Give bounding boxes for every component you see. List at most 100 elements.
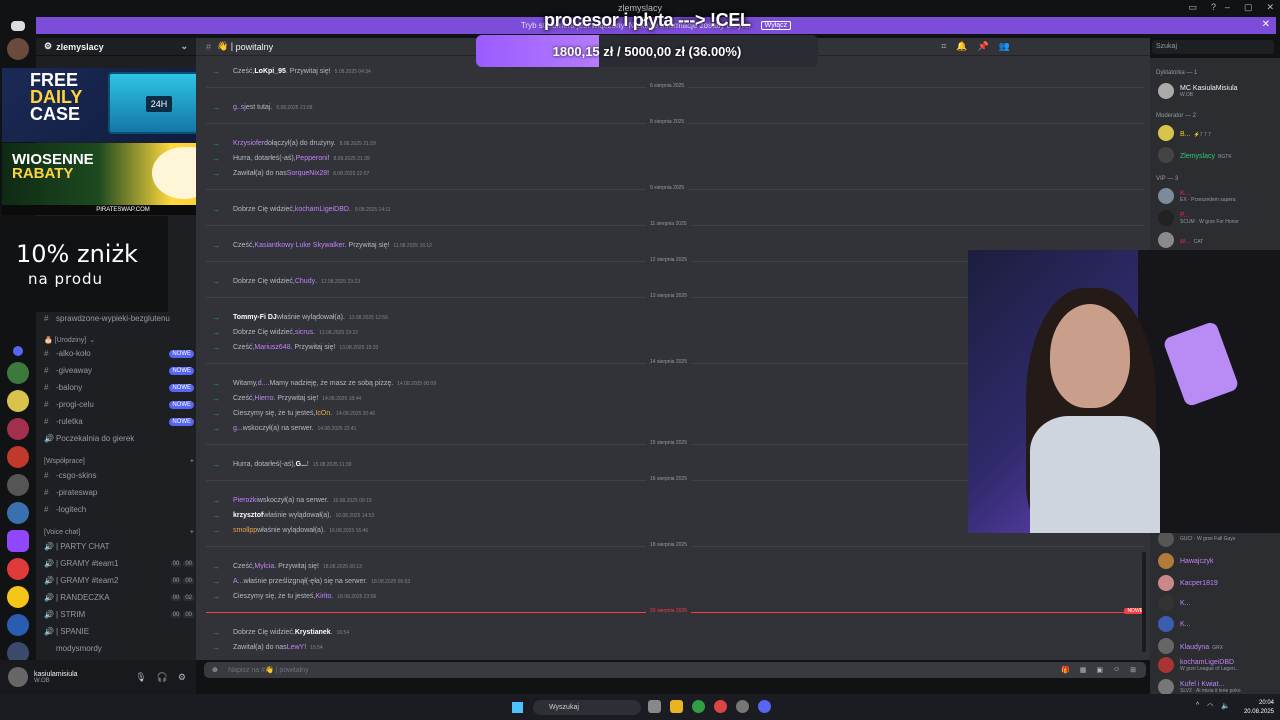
category-urodziny[interactable]: 🎂 [Urodziny] ⌄ <box>44 336 194 345</box>
server-icon[interactable] <box>7 418 29 440</box>
member-item[interactable]: K... <box>1158 615 1276 633</box>
message-username[interactable]: g... <box>233 425 243 432</box>
message-username[interactable]: Krzysiofer <box>233 140 264 147</box>
minimize-button[interactable]: – <box>1225 2 1230 13</box>
category-voice-chat[interactable]: [Voice chat] + <box>44 529 194 536</box>
banner-disable-button[interactable]: Wyłącz <box>760 21 792 30</box>
channel-sprawdzone[interactable]: # sprawdzone-wypieki-bezglutenu <box>44 311 194 326</box>
task-view-icon[interactable] <box>648 700 661 713</box>
server-icon[interactable] <box>7 558 29 580</box>
server-icon[interactable] <box>7 446 29 468</box>
guild-header[interactable]: ⚙ zlemyslacy ⌄ <box>36 38 196 56</box>
channel-poczekalnia[interactable]: 🔊 Poczekalnia do gierek <box>44 431 194 446</box>
server-icon[interactable] <box>7 362 29 384</box>
message-username[interactable]: Kirito <box>315 593 331 600</box>
member-item[interactable]: B... ⚡7 7 7 <box>1158 124 1276 142</box>
help-icon[interactable]: ? <box>1211 2 1216 13</box>
message-username[interactable]: Pepperoni <box>296 155 328 162</box>
sticker-icon[interactable]: ▣ <box>1096 666 1103 674</box>
discount-ad[interactable]: 10% zniżk na produ <box>2 216 168 312</box>
gif-icon[interactable]: ▦ <box>1080 666 1087 674</box>
voice-modysmordy[interactable]: modysmordy <box>44 641 194 656</box>
pin-icon[interactable]: 📌 <box>978 41 989 52</box>
message-username[interactable]: A... <box>233 578 244 585</box>
app-icon[interactable] <box>714 700 727 713</box>
twitch-server-icon[interactable] <box>7 530 29 552</box>
message-username[interactable]: Kasiantkowy Luke Skywalker <box>254 242 344 249</box>
settings-gear-icon[interactable]: ⚙ <box>178 672 186 683</box>
member-item[interactable]: Zlemyslacy BGTK <box>1158 146 1276 164</box>
chat-scrollbar[interactable] <box>1142 552 1146 652</box>
member-item[interactable]: P... SCUM · W grze For Honor <box>1158 209 1276 227</box>
bell-icon[interactable]: 🔔 <box>956 41 967 52</box>
gift-icon[interactable]: 🎁 <box>1061 666 1070 674</box>
inbox-icon[interactable]: ▭ <box>1188 2 1197 13</box>
member-item[interactable]: K... EX · Przeszedem sapera <box>1158 187 1276 205</box>
message-username[interactable]: LoKpi_95 <box>254 68 286 75</box>
add-attachment-icon[interactable]: ⊕ <box>212 666 228 674</box>
member-item[interactable]: Hawajczyk <box>1158 552 1276 570</box>
server-icon[interactable] <box>7 390 29 412</box>
voice-strim[interactable]: 🔊 | STRIM 00 00 <box>44 607 194 622</box>
taskbar-search[interactable]: Wyszukaj <box>533 700 641 715</box>
wifi-icon[interactable]: ◠ <box>1207 702 1213 710</box>
windows-start-icon[interactable] <box>512 702 523 713</box>
message-username[interactable]: Mariusz648 <box>254 344 290 351</box>
member-item[interactable]: kochamLigeiDBD W grze League of Legen... <box>1158 656 1276 674</box>
voice-spanie[interactable]: 🔊 | SPANIE <box>44 624 194 639</box>
server-icon[interactable] <box>7 586 29 608</box>
channel-pirateswap[interactable]: # -pirateswap <box>44 485 194 500</box>
member-item[interactable]: w... CAT <box>1158 231 1276 249</box>
app-icon[interactable] <box>736 700 749 713</box>
channel-progi-celu[interactable]: # -progi-celu NOWE <box>44 397 194 412</box>
emoji-icon[interactable]: ☺ <box>1113 666 1120 674</box>
server-icon[interactable] <box>7 38 29 60</box>
channel-giveaway[interactable]: # -giveaway NOWE <box>44 363 194 378</box>
message-username[interactable]: krzysztof <box>233 512 263 519</box>
channel-ruletka[interactable]: # -ruletka NOWE <box>44 414 194 429</box>
message-username[interactable]: g..s <box>233 104 244 111</box>
volume-icon[interactable]: 🔈 <box>1221 702 1230 710</box>
member-item[interactable]: MC KasiulaMisiula W.OB <box>1158 82 1276 100</box>
member-item[interactable]: Kacper1819 <box>1158 574 1276 592</box>
file-explorer-icon[interactable] <box>670 700 683 713</box>
threads-icon[interactable]: ⌗ <box>941 41 946 52</box>
server-icon[interactable] <box>7 474 29 496</box>
discord-taskbar-icon[interactable] <box>758 700 771 713</box>
folder-icon[interactable] <box>13 346 23 356</box>
maximize-button[interactable]: ▢ <box>1244 2 1253 13</box>
server-icon[interactable] <box>7 502 29 524</box>
message-input[interactable]: ⊕ Napisz na #👋 | powitalny 🎁 ▦ ▣ ☺ ⊞ <box>204 662 1146 678</box>
channel-alko-kolo[interactable]: # -alko-koło NOWE <box>44 346 194 361</box>
message-username[interactable]: Krystianek <box>295 629 331 636</box>
message-username[interactable]: Tommy-Fi DJ <box>233 314 277 321</box>
members-icon[interactable]: 👥 <box>999 41 1010 52</box>
microphone-icon[interactable]: 🎙 <box>135 672 146 683</box>
channel-csgo-skins[interactable]: # -csgo-skins <box>44 468 194 483</box>
headphones-icon[interactable]: 🎧 <box>157 672 168 683</box>
close-window-button[interactable]: ✕ <box>1266 2 1274 13</box>
message-username[interactable]: SorqueNix28 <box>287 170 327 177</box>
member-item[interactable]: Klaudyna GRX <box>1158 637 1276 655</box>
discord-home-icon[interactable] <box>11 21 25 31</box>
message-username[interactable]: Hierro <box>254 395 273 402</box>
add-channel-icon[interactable]: + <box>190 458 194 465</box>
apps-icon[interactable]: ⊞ <box>1130 666 1136 674</box>
voice-randeczka[interactable]: 🔊 | RANDECZKA 00 02 <box>44 590 194 605</box>
search-input[interactable]: Szukaj <box>1152 40 1274 54</box>
voice-gramy-team2[interactable]: 🔊 | GRAMY #team2 00 00 <box>44 573 194 588</box>
taskbar-clock[interactable]: 20:04 20.08.2025 <box>1244 699 1274 717</box>
message-username[interactable]: G... <box>296 461 307 468</box>
member-item[interactable]: K... <box>1158 594 1276 612</box>
message-username[interactable]: LewY <box>287 644 305 651</box>
message-username[interactable]: smollpp <box>233 527 257 534</box>
message-username[interactable]: Chudy <box>295 278 315 285</box>
message-username[interactable]: kochamLigeiDBD <box>295 206 349 213</box>
chrome-icon[interactable] <box>692 700 705 713</box>
message-username[interactable]: Mylcia <box>254 563 274 570</box>
message-username[interactable]: d.... <box>258 380 270 387</box>
tray-chevron-icon[interactable]: ^ <box>1196 702 1199 710</box>
server-icon[interactable] <box>7 614 29 636</box>
message-username[interactable]: IcOn <box>315 410 330 417</box>
banner-close-icon[interactable]: ✕ <box>1262 19 1270 30</box>
